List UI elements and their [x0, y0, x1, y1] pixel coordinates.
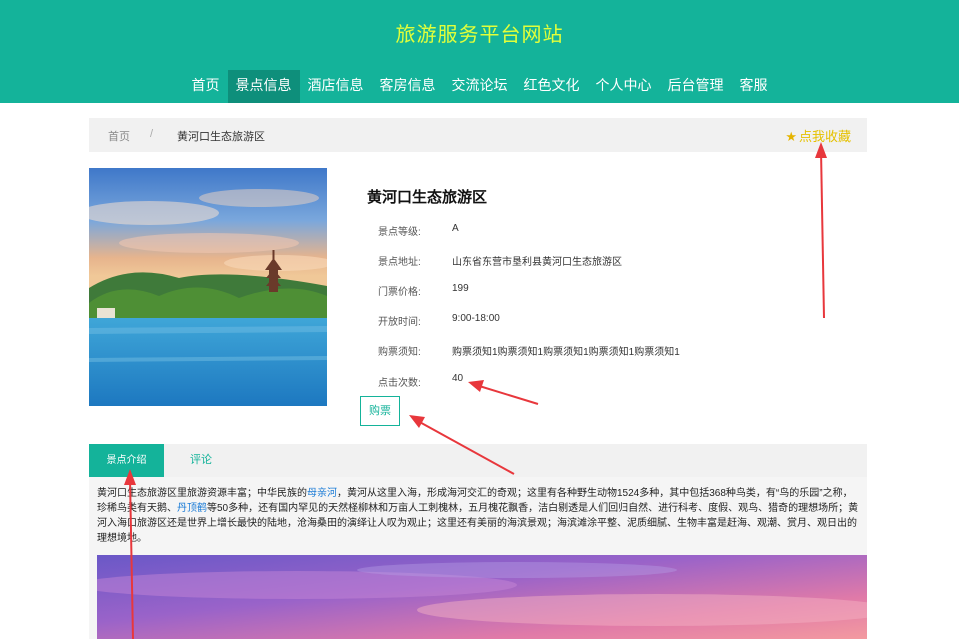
- nav-item-red-culture[interactable]: 红色文化: [516, 70, 588, 103]
- attr-hours-value: 9:00-18:00: [452, 313, 500, 324]
- nav-item-hotels[interactable]: 酒店信息: [300, 70, 372, 103]
- attr-notice-label: 购票须知:: [378, 347, 421, 358]
- site-title: 旅游服务平台网站: [395, 24, 564, 46]
- star-icon: ★: [785, 129, 797, 144]
- attr-price-label: 门票价格:: [378, 287, 421, 298]
- intro-text: 黄河口生态旅游区里旅游资源丰富；中华民族的母亲河，黄河从这里入海，形成海河交汇的…: [97, 486, 861, 546]
- nav-item-forum[interactable]: 交流论坛: [444, 70, 516, 103]
- favorite-label: 点我收藏: [798, 129, 851, 144]
- attr-address-value: 山东省东营市垦利县黄河口生态旅游区: [452, 257, 622, 268]
- nav-item-home[interactable]: 首页: [184, 70, 228, 103]
- attr-clicks-label: 点击次数:: [378, 378, 421, 389]
- favorite-button[interactable]: ★ 点我收藏: [785, 126, 851, 145]
- intro-text-part: 等50多种，还有国内罕见的天然柽柳林和万亩人工刺槐林，五月槐花飘香，洁白剔透是人…: [97, 503, 859, 544]
- intro-link-crane[interactable]: 丹顶鹤: [177, 503, 207, 514]
- intro-text-part: 黄河口生态旅游区里旅游资源丰富；中华民族的: [97, 488, 307, 499]
- arrow-favorite: [820, 149, 825, 319]
- attr-clicks-value: 40: [452, 373, 464, 384]
- attr-level-value: A: [452, 223, 459, 234]
- attr-hours-label: 开放时间:: [378, 317, 421, 328]
- attr-level-label: 景点等级:: [378, 227, 421, 238]
- arrow-clicks-head: [468, 380, 484, 392]
- buy-ticket-button[interactable]: 购票: [360, 396, 400, 426]
- tab-comment[interactable]: 评论: [181, 444, 221, 477]
- nav-item-attractions[interactable]: 景点信息: [227, 70, 300, 103]
- breadcrumb-home-link[interactable]: 首页: [108, 128, 130, 144]
- tab-intro[interactable]: 景点介绍: [89, 444, 164, 477]
- arrow-buy-head: [409, 415, 425, 428]
- site-header: 旅游服务平台网站 首页 景点信息 酒店信息 客房信息 交流论坛 红色文化 个人中…: [0, 0, 959, 103]
- arrow-clicks: [475, 384, 539, 405]
- breadcrumb-current: 黄河口生态旅游区: [177, 131, 265, 143]
- attr-price-value: 199: [452, 283, 469, 294]
- nav-item-support[interactable]: 客服: [732, 70, 776, 103]
- detail-tabs: 景点介绍 评论: [89, 444, 867, 477]
- main-nav: 首页 景点信息 酒店信息 客房信息 交流论坛 红色文化 个人中心 后台管理 客服: [0, 70, 959, 103]
- intro-banner-image: [97, 555, 867, 639]
- breadcrumb: 首页 / 黄河口生态旅游区 ★ 点我收藏: [89, 118, 867, 152]
- intro-link-mother-river[interactable]: 母亲河: [307, 488, 337, 499]
- attraction-photo: [89, 168, 327, 406]
- attraction-title: 黄河口生态旅游区: [367, 189, 488, 206]
- banner-image: [97, 555, 867, 639]
- nav-item-rooms[interactable]: 客房信息: [372, 70, 444, 103]
- breadcrumb-separator: /: [150, 128, 154, 140]
- nav-item-admin[interactable]: 后台管理: [660, 70, 732, 103]
- attraction-photo-image: [89, 168, 327, 406]
- attr-address-label: 景点地址:: [378, 257, 421, 268]
- attr-notice-value: 购票须知1购票须知1购票须知1购票须知1购票须知1: [452, 347, 680, 358]
- nav-item-profile[interactable]: 个人中心: [588, 70, 660, 103]
